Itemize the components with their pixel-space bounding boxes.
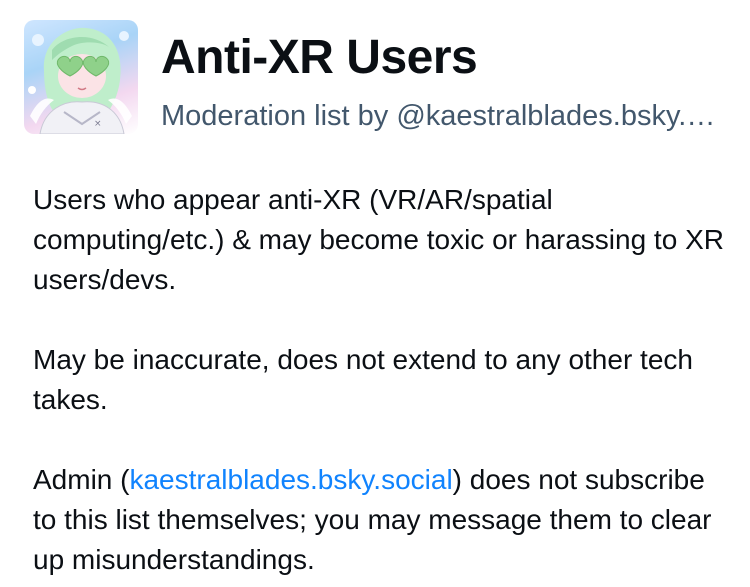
description-paragraph-2: May be inaccurate, does not extend to an… [33, 344, 693, 415]
list-avatar[interactable]: × [24, 20, 138, 134]
admin-prefix-text: Admin ( [33, 464, 130, 495]
avatar-illustration: × [28, 27, 132, 134]
list-subtitle[interactable]: Moderation list by @kaestralblades.bsky.… [161, 98, 726, 134]
list-title: Anti-XR Users [161, 31, 478, 84]
admin-handle-link[interactable]: kaestralblades.bsky.social [129, 464, 452, 495]
svg-text:×: × [94, 119, 102, 129]
description-paragraph-1: Users who appear anti-XR (VR/AR/spatial … [33, 184, 724, 295]
list-header: × Anti-XR Users Moderation list by @kaes… [24, 20, 726, 136]
list-description: Users who appear anti-XR (VR/AR/spatial … [33, 180, 733, 580]
description-paragraph-3: Admin (kaestralblades.bsky.social) does … [33, 460, 733, 580]
